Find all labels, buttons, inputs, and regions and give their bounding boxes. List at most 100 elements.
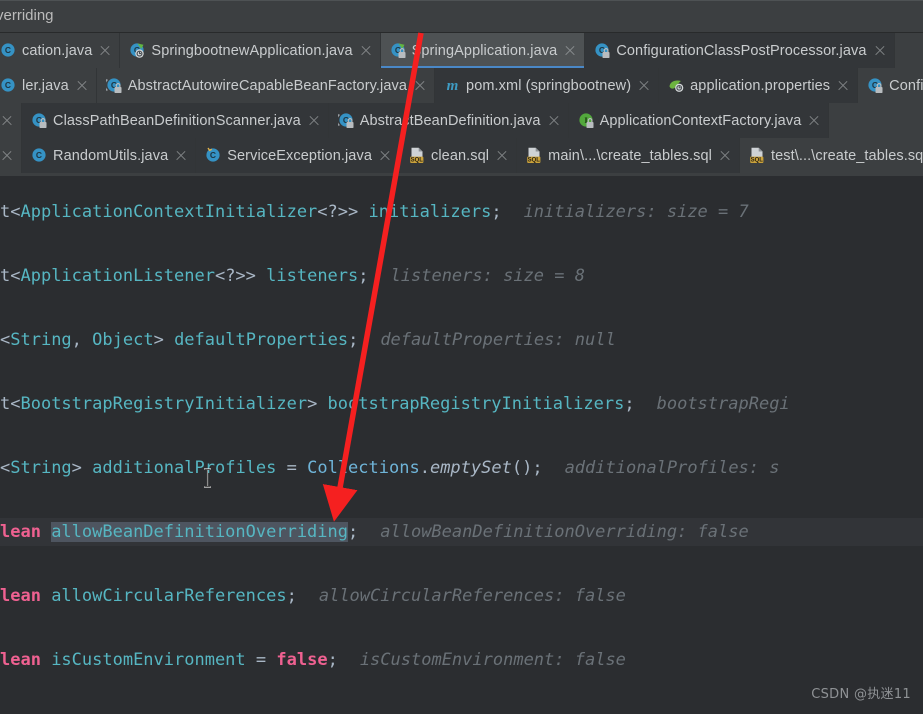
editor-tab-main-create-tables-sql[interactable]: SQL main\...\create_tables.sql xyxy=(517,138,740,173)
svg-text:C: C xyxy=(5,45,11,55)
code-token: String xyxy=(10,330,72,350)
editor-tab-clean-sql[interactable]: SQL clean.sql xyxy=(400,138,518,173)
editor-tab-applicationcontextfactory-java[interactable]: I ApplicationContextFactory.java xyxy=(568,103,830,138)
code-token: lean xyxy=(0,522,52,542)
close-icon[interactable] xyxy=(0,114,14,128)
code-token: bootstrapRegistryInitializers xyxy=(327,394,625,414)
editor-tab[interactable] xyxy=(0,103,22,138)
sql-file-icon: SQL xyxy=(409,147,426,164)
code-text: t<ApplicationListener<?>> listeners; xyxy=(0,266,369,286)
tab-row: C ClassPathBeanDefinitionScanner.java C Abs… xyxy=(0,103,923,138)
editor-tab-label: SpringApplication.java xyxy=(411,42,558,59)
code-line[interactable]: lean isCustomEnvironment = false; isCusto… xyxy=(0,646,923,674)
editor-tab-cation-java[interactable]: Ccation.java xyxy=(0,33,121,68)
editor-tab-springbootnewapplication-java[interactable]: C SpringbootnewApplication.java xyxy=(120,33,381,68)
svg-text:C: C xyxy=(36,150,42,160)
editor-tab-randomutils-java[interactable]: C RandomUtils.java xyxy=(22,138,197,173)
svg-text:m: m xyxy=(447,78,459,94)
close-icon[interactable] xyxy=(873,44,887,58)
editor-tab[interactable] xyxy=(0,138,22,173)
code-token: emptySet xyxy=(429,458,512,478)
code-text: <String, Object> defaultProperties; xyxy=(0,330,358,350)
editor-tab-config[interactable]: C Config xyxy=(858,68,923,103)
code-line[interactable]: <String> additionalProfiles = Collection… xyxy=(0,454,923,482)
editor-tab-ler-java[interactable]: Cler.java xyxy=(0,68,97,103)
code-line[interactable]: t<ApplicationContextInitializer<?>> init… xyxy=(0,198,923,226)
code-line[interactable]: lean allowBeanDefinitionOverriding; allow… xyxy=(0,518,923,546)
spring-leaf-icon xyxy=(668,77,685,94)
editor-tab-label: clean.sql xyxy=(431,147,490,164)
code-line[interactable]: t<ApplicationListener<?>> listeners; list… xyxy=(0,262,923,290)
editor-tab-pom-xml-springbootnew[interactable]: m pom.xml (springbootnew) xyxy=(435,68,660,103)
inline-debug-hint: defaultProperties: null xyxy=(380,330,616,350)
close-icon[interactable] xyxy=(413,79,427,93)
editor-tab-label: AbstractBeanDefinition.java xyxy=(359,112,541,129)
editor-tab-label: ConfigurationClassPostProcessor.java xyxy=(616,42,867,59)
editor-tab-test-create-tables-sql[interactable]: SQL test\...\create_tables.sql xyxy=(739,138,923,173)
editor-tab-configurationclasspostprocessor-java[interactable]: C ConfigurationClassPostProcessor.java xyxy=(585,33,895,68)
code-text: lean isCustomEnvironment = false; xyxy=(0,650,338,670)
close-icon[interactable] xyxy=(495,149,509,163)
close-icon[interactable] xyxy=(378,149,392,163)
code-token: BootstrapRegistryInitializer xyxy=(20,394,308,414)
editor-tab-label: ClassPathBeanDefinitionScanner.java xyxy=(53,112,301,129)
top-breadcrumb-strip: verriding xyxy=(0,0,923,33)
editor-tab-label: test\...\create_tables.sql xyxy=(770,147,923,164)
tab-row: Cler.java C AbstractAutowireCapableBeanFac… xyxy=(0,68,923,103)
editor-tab-classpathbeandefinitionscanner-java[interactable]: C ClassPathBeanDefinitionScanner.java xyxy=(22,103,329,138)
code-line[interactable]: <String, Object> defaultProperties; defau… xyxy=(0,326,923,354)
code-token: Object xyxy=(92,330,154,350)
code-editor[interactable]: t<ApplicationContextInitializer<?>> init… xyxy=(0,176,923,714)
close-icon[interactable] xyxy=(836,79,850,93)
inline-debug-hint: allowCircularReferences: false xyxy=(318,586,626,606)
java-class-icon: C xyxy=(0,77,17,94)
tab-row: Ccation.java C SpringbootnewApplication.ja… xyxy=(0,33,923,68)
tab-row: C RandomUtils.java C ServiceException.java S… xyxy=(0,138,923,173)
code-token: String xyxy=(10,458,72,478)
sql-file-icon: SQL xyxy=(749,147,766,164)
code-token: ApplicationListener xyxy=(20,266,215,286)
code-text: lean allowBeanDefinitionOverriding; xyxy=(0,522,358,542)
close-icon[interactable] xyxy=(807,114,821,128)
java-abstract-class-locked-icon: C xyxy=(105,77,123,94)
editor-tab-abstractbeandefinition-java[interactable]: C AbstractBeanDefinition.java xyxy=(328,103,569,138)
code-token: < xyxy=(0,330,11,350)
code-token: (); xyxy=(511,458,543,478)
close-icon[interactable] xyxy=(718,149,732,163)
close-icon[interactable] xyxy=(307,114,321,128)
close-icon[interactable] xyxy=(98,44,112,58)
watermark: CSDN @执迷11 xyxy=(811,687,911,702)
close-icon[interactable] xyxy=(637,79,651,93)
code-token: ; xyxy=(624,394,635,414)
close-icon[interactable] xyxy=(563,44,577,58)
inline-debug-hint: listeners: size = 8 xyxy=(390,266,585,286)
java-class-locked-icon: C xyxy=(31,112,48,129)
code-text: <String> additionalProfiles = Collection… xyxy=(0,458,543,478)
editor-tab-serviceexception-java[interactable]: C ServiceException.java xyxy=(196,138,400,173)
close-icon[interactable] xyxy=(0,149,14,163)
spring-boot-run-icon: C xyxy=(129,42,146,59)
java-class-locked-icon: C xyxy=(867,77,884,94)
code-token: initializers xyxy=(368,202,492,222)
code-token: < xyxy=(0,458,11,478)
close-icon[interactable] xyxy=(174,149,188,163)
code-token: listeners xyxy=(266,266,359,286)
close-icon[interactable] xyxy=(359,44,373,58)
close-icon[interactable] xyxy=(75,79,89,93)
editor-tab-label: SpringbootnewApplication.java xyxy=(151,42,353,59)
code-token: > xyxy=(307,394,328,414)
inline-debug-hint: additionalProfiles: s xyxy=(564,458,780,478)
code-token: , xyxy=(71,330,93,350)
close-icon[interactable] xyxy=(547,114,561,128)
editor-tab-abstractautowirecapablebeanfactory-java[interactable]: C AbstractAutowireCapableBeanFactory.java xyxy=(96,68,436,103)
code-line[interactable]: lean allowCircularReferences; allowCircul… xyxy=(0,582,923,610)
code-line[interactable]: t<BootstrapRegistryInitializer> bootstra… xyxy=(0,390,923,418)
inline-debug-hint: allowBeanDefinitionOverriding: false xyxy=(380,522,749,542)
code-token: defaultProperties xyxy=(174,330,349,350)
editor-tab-label: Config xyxy=(889,77,923,94)
java-class-icon: C xyxy=(0,42,17,59)
code-token: t< xyxy=(0,266,21,286)
editor-tab-springapplication-java[interactable]: C SpringApplication.java xyxy=(380,33,586,68)
editor-tab-application-properties[interactable]: application.properties xyxy=(659,68,859,103)
inline-debug-hint: bootstrapRegi xyxy=(656,394,790,414)
